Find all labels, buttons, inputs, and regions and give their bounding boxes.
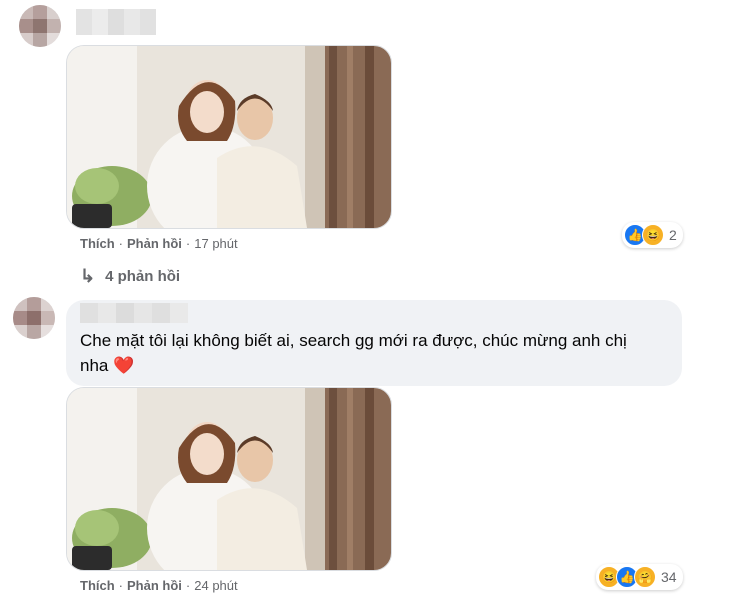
reaction-count: 34 (661, 569, 677, 585)
like-action[interactable]: Thích (80, 578, 115, 593)
comment-actions: Thích · Phản hồi · 17 phút (80, 236, 238, 251)
comment-bubble: Che mặt tôi lại không biết ai, search gg… (66, 300, 682, 386)
heart-emoji: ❤️ (113, 356, 135, 375)
comment-time[interactable]: 24 phút (194, 578, 237, 593)
avatar[interactable] (19, 5, 61, 47)
view-replies-label: 4 phản hồi (105, 268, 181, 285)
reaction-summary[interactable]: 👍 😆 2 (622, 222, 683, 248)
reply-arrow-icon: ↳ (80, 266, 96, 286)
comment-text: Che mặt tôi lại không biết ai, search gg… (80, 328, 650, 378)
comment-time[interactable]: 17 phút (194, 236, 237, 251)
comment-photo[interactable] (66, 45, 392, 229)
wedding-photo-image (67, 46, 391, 228)
reaction-count: 2 (669, 227, 677, 243)
haha-icon: 😆 (642, 224, 664, 246)
avatar[interactable] (13, 297, 55, 339)
reply-action[interactable]: Phản hồi (127, 236, 182, 251)
reaction-summary[interactable]: 😆 👍 🤗 34 (596, 564, 683, 590)
commenter-name-blurred[interactable] (76, 9, 156, 35)
comment-actions: Thích · Phản hồi · 24 phút (80, 578, 238, 593)
like-action[interactable]: Thích (80, 236, 115, 251)
commenter-name-blurred[interactable] (80, 303, 188, 323)
view-replies-link[interactable]: ↳ 4 phản hồi (80, 265, 180, 286)
comment-photo[interactable] (66, 387, 392, 571)
wedding-photo-image (67, 388, 391, 570)
comment-text-body: Che mặt tôi lại không biết ai, search gg… (80, 331, 627, 375)
reply-action[interactable]: Phản hồi (127, 578, 182, 593)
care-icon: 🤗 (634, 566, 656, 588)
